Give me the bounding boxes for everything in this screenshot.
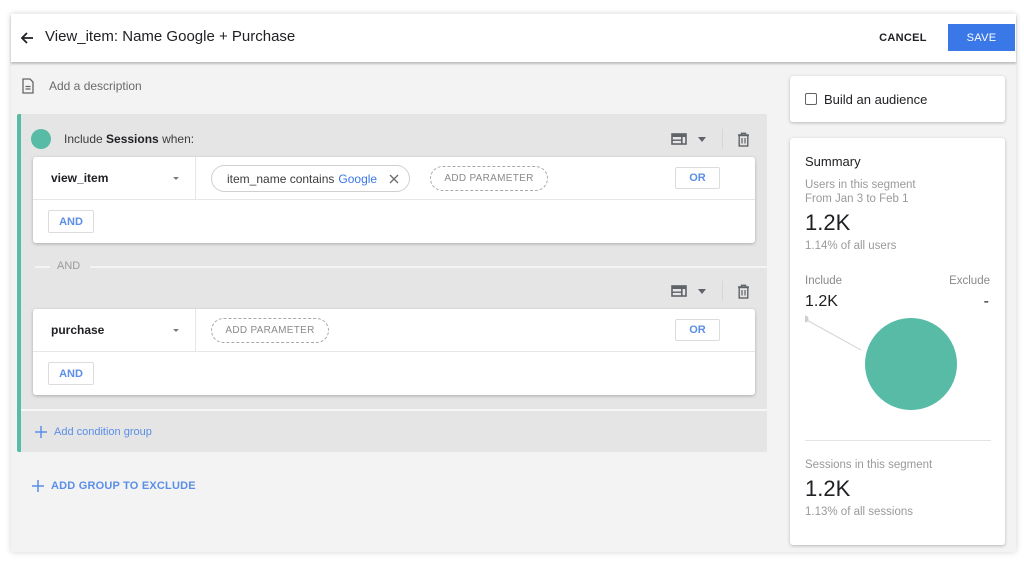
build-audience-toggle[interactable]: Build an audience [790, 76, 1005, 122]
add-condition-group-button[interactable]: Add condition group [34, 425, 152, 439]
users-value: 1.2K [805, 210, 851, 235]
and-divider-label: AND [57, 260, 81, 272]
include-exclude-pie-chart [805, 315, 957, 410]
scope-dropdown-caret[interactable] [694, 130, 710, 148]
add-parameter-button[interactable]: ADD PARAMETER [211, 318, 329, 343]
save-button[interactable]: SAVE [948, 24, 1015, 51]
group-header: Include Sessions when: [31, 129, 194, 149]
event-selector[interactable]: view_item [33, 157, 196, 200]
delete-group-button[interactable] [734, 130, 752, 148]
build-audience-label: Build an audience [824, 91, 928, 107]
condition-row: view_item item_name contains Google ADD … [33, 157, 755, 200]
event-name: purchase [51, 323, 105, 337]
condition-scope-button[interactable] [668, 130, 690, 148]
or-button[interactable]: OR [675, 319, 720, 341]
add-group-to-exclude-label: ADD GROUP TO EXCLUDE [51, 480, 196, 492]
document-icon [22, 78, 34, 94]
summary-divider [805, 440, 991, 441]
scope-dropdown-caret[interactable] [694, 282, 710, 300]
description-placeholder: Add a description [49, 79, 142, 93]
toolbar-divider [722, 129, 723, 149]
event-name: view_item [51, 171, 109, 185]
condition-row: purchase ADD PARAMETER OR [33, 309, 755, 352]
plus-icon [32, 480, 44, 492]
view-layout-icon [671, 133, 687, 145]
summary-card: Summary Users in this segment From Jan 3… [790, 138, 1005, 545]
build-audience-checkbox[interactable] [805, 93, 817, 105]
scope-selector[interactable]: Sessions [106, 132, 159, 146]
date-range: From Jan 3 to Feb 1 [805, 193, 909, 205]
parameter-value: Google [338, 171, 378, 186]
include-indicator-dot [31, 129, 51, 149]
trash-icon [737, 284, 749, 299]
arrow-back-icon [20, 32, 33, 44]
users-label: Users in this segment [805, 179, 916, 191]
add-parameter-button[interactable]: ADD PARAMETER [430, 166, 548, 191]
pie-leader-line [805, 318, 862, 351]
parameter-chip[interactable]: item_name contains Google [211, 165, 411, 192]
caret-down-icon [698, 136, 706, 142]
or-button[interactable]: OR [675, 167, 720, 189]
group-footer-divider [21, 409, 767, 411]
remove-parameter-button[interactable] [389, 174, 399, 184]
and-button[interactable]: AND [48, 210, 94, 233]
condition-card: purchase ADD PARAMETER OR AND [33, 309, 755, 395]
segment-builder-window: View_item: Name Google + Purchase CANCEL… [11, 14, 1016, 552]
pie-slice-include [865, 318, 957, 410]
cancel-button[interactable]: CANCEL [871, 25, 935, 51]
divider-line [35, 266, 50, 268]
summary-title: Summary [805, 154, 861, 169]
exclude-label: Exclude [949, 275, 990, 287]
trash-icon [737, 132, 749, 147]
caret-down-icon [173, 329, 179, 332]
description-field[interactable]: Add a description [21, 78, 142, 94]
parameter-condition: item_name contains [227, 171, 335, 186]
plus-icon [35, 426, 47, 438]
sessions-percent: 1.13% of all sessions [805, 506, 914, 518]
caret-down-icon [173, 177, 179, 180]
view-layout-icon [671, 285, 687, 297]
delete-group-button[interactable] [734, 282, 752, 300]
sessions-label: Sessions in this segment [805, 459, 933, 471]
top-app-bar: View_item: Name Google + Purchase CANCEL… [11, 14, 1016, 62]
users-percent: 1.14% of all users [805, 240, 897, 252]
sessions-value: 1.2K [805, 476, 851, 501]
and-button[interactable]: AND [48, 362, 94, 385]
condition-scope-button[interactable] [668, 282, 690, 300]
page-title: View_item: Name Google + Purchase [45, 28, 296, 45]
close-icon [389, 174, 399, 183]
back-button[interactable] [15, 26, 39, 50]
event-selector[interactable]: purchase [33, 309, 196, 352]
include-label: Include [805, 275, 843, 287]
divider-line [90, 266, 770, 268]
add-condition-group-label: Add condition group [54, 426, 152, 438]
group-toolbar [668, 129, 752, 149]
toolbar-divider [722, 281, 723, 301]
and-divider: AND [35, 260, 770, 274]
condition-card: view_item item_name contains Google ADD … [33, 157, 755, 243]
pie-leader-dot [805, 315, 809, 323]
include-condition-group: Include Sessions when: view_item item_na… [17, 114, 770, 452]
group-toolbar [668, 281, 752, 301]
add-group-to-exclude-button[interactable]: ADD GROUP TO EXCLUDE [31, 479, 196, 493]
caret-down-icon [698, 288, 706, 294]
include-scope-label: Include Sessions when: [64, 132, 195, 146]
